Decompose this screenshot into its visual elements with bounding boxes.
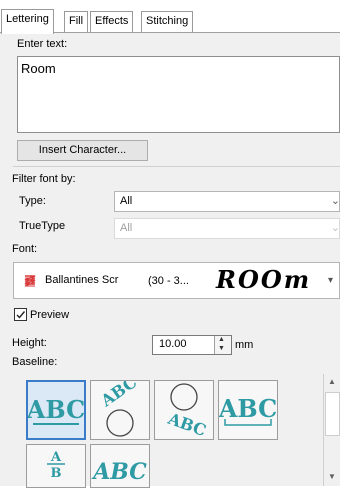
tab-label: Stitching bbox=[146, 15, 189, 27]
chevron-down-icon: ⌄ bbox=[330, 195, 340, 207]
tab-effects[interactable]: Effects bbox=[90, 11, 134, 32]
baseline-bracket-icon: ABC bbox=[218, 394, 277, 426]
enter-text-value: Room bbox=[21, 61, 56, 76]
baseline-label: Baseline: bbox=[12, 356, 58, 368]
tab-label: Lettering bbox=[6, 13, 49, 25]
baseline-glyph: ABC bbox=[91, 459, 147, 485]
tab-fill[interactable]: Fill bbox=[64, 11, 89, 32]
scroll-down-icon[interactable]: ▼ bbox=[328, 472, 336, 481]
baseline-glyph: ABC bbox=[165, 409, 209, 439]
chevron-down-icon: ⌄ bbox=[330, 222, 340, 234]
font-size-range: (30 - 3... bbox=[148, 275, 189, 287]
tab-stitching[interactable]: Stitching bbox=[141, 11, 194, 32]
enter-text-field[interactable]: Room bbox=[17, 56, 340, 133]
baseline-option-straight[interactable]: ABC bbox=[26, 380, 86, 440]
checkmark-icon bbox=[16, 311, 26, 319]
baseline-glyph: ABC bbox=[28, 395, 84, 424]
height-spinner[interactable]: ▲ ▼ bbox=[214, 336, 231, 354]
scroll-thumb[interactable] bbox=[325, 392, 340, 436]
divider bbox=[13, 166, 340, 167]
baseline-straight-icon: ABC bbox=[26, 395, 85, 425]
height-unit: mm bbox=[235, 339, 254, 351]
tab-strip: Lettering Fill Effects Stitching bbox=[0, 0, 340, 34]
type-value: All bbox=[120, 195, 133, 207]
truetype-label: TrueType bbox=[19, 220, 66, 232]
filter-font-label: Filter font by: bbox=[12, 173, 76, 185]
font-preview-text: ROOm bbox=[216, 265, 312, 294]
height-input[interactable]: 10.00 ▲ ▼ bbox=[152, 335, 232, 355]
insert-character-button[interactable]: Insert Character... bbox=[17, 140, 148, 161]
truetype-value: All bbox=[120, 222, 133, 234]
spin-down-icon: ▼ bbox=[218, 345, 225, 352]
baseline-option-wave[interactable]: ABC bbox=[90, 444, 150, 488]
enter-text-label: Enter text: bbox=[17, 38, 68, 50]
baseline-scrollbar[interactable]: ▲ ▼ bbox=[323, 374, 340, 486]
baseline-option-vertical[interactable]: A B bbox=[26, 444, 86, 488]
baseline-glyph: ABC bbox=[219, 394, 277, 423]
type-select[interactable]: All ⌄ bbox=[114, 191, 340, 212]
baseline-gallery: ABC ABC ABC ABC A B ABC bbox=[21, 372, 321, 488]
spin-up-icon: ▲ bbox=[218, 336, 225, 343]
font-select[interactable]: Ballantines Scr (30 - 3... ROOm ▾ bbox=[13, 262, 340, 299]
baseline-arc-top-icon: ABC bbox=[97, 372, 141, 437]
height-value: 10.00 bbox=[159, 338, 187, 350]
baseline-arc-bottom-icon: ABC bbox=[165, 383, 209, 440]
baseline-option-bracket[interactable]: ABC bbox=[218, 380, 278, 440]
preview-label: Preview bbox=[30, 309, 70, 321]
font-name: Ballantines Scr bbox=[45, 274, 119, 286]
tab-label: Effects bbox=[95, 15, 129, 27]
baseline-option-arc-bottom[interactable]: ABC bbox=[154, 380, 214, 440]
preview-checkbox[interactable] bbox=[14, 308, 27, 321]
baseline-wave-icon: ABC bbox=[91, 459, 147, 485]
baseline-glyph: ABC bbox=[97, 381, 141, 411]
scroll-up-icon[interactable]: ▲ bbox=[328, 377, 336, 386]
truetype-select[interactable]: All ⌄ bbox=[114, 218, 340, 239]
type-label: Type: bbox=[19, 195, 46, 207]
tab-label: Fill bbox=[69, 15, 84, 27]
svg-text:A: A bbox=[50, 450, 62, 465]
tab-lettering[interactable]: Lettering bbox=[1, 9, 54, 34]
svg-text:B: B bbox=[51, 466, 62, 481]
dropdown-arrow-icon: ▾ bbox=[328, 275, 334, 286]
baseline-option-arc-top[interactable]: ABC bbox=[90, 372, 150, 440]
font-zigzag-icon bbox=[24, 275, 36, 287]
baseline-vertical-icon: A B bbox=[47, 450, 65, 481]
height-label: Height: bbox=[12, 337, 47, 349]
font-label: Font: bbox=[12, 243, 38, 255]
